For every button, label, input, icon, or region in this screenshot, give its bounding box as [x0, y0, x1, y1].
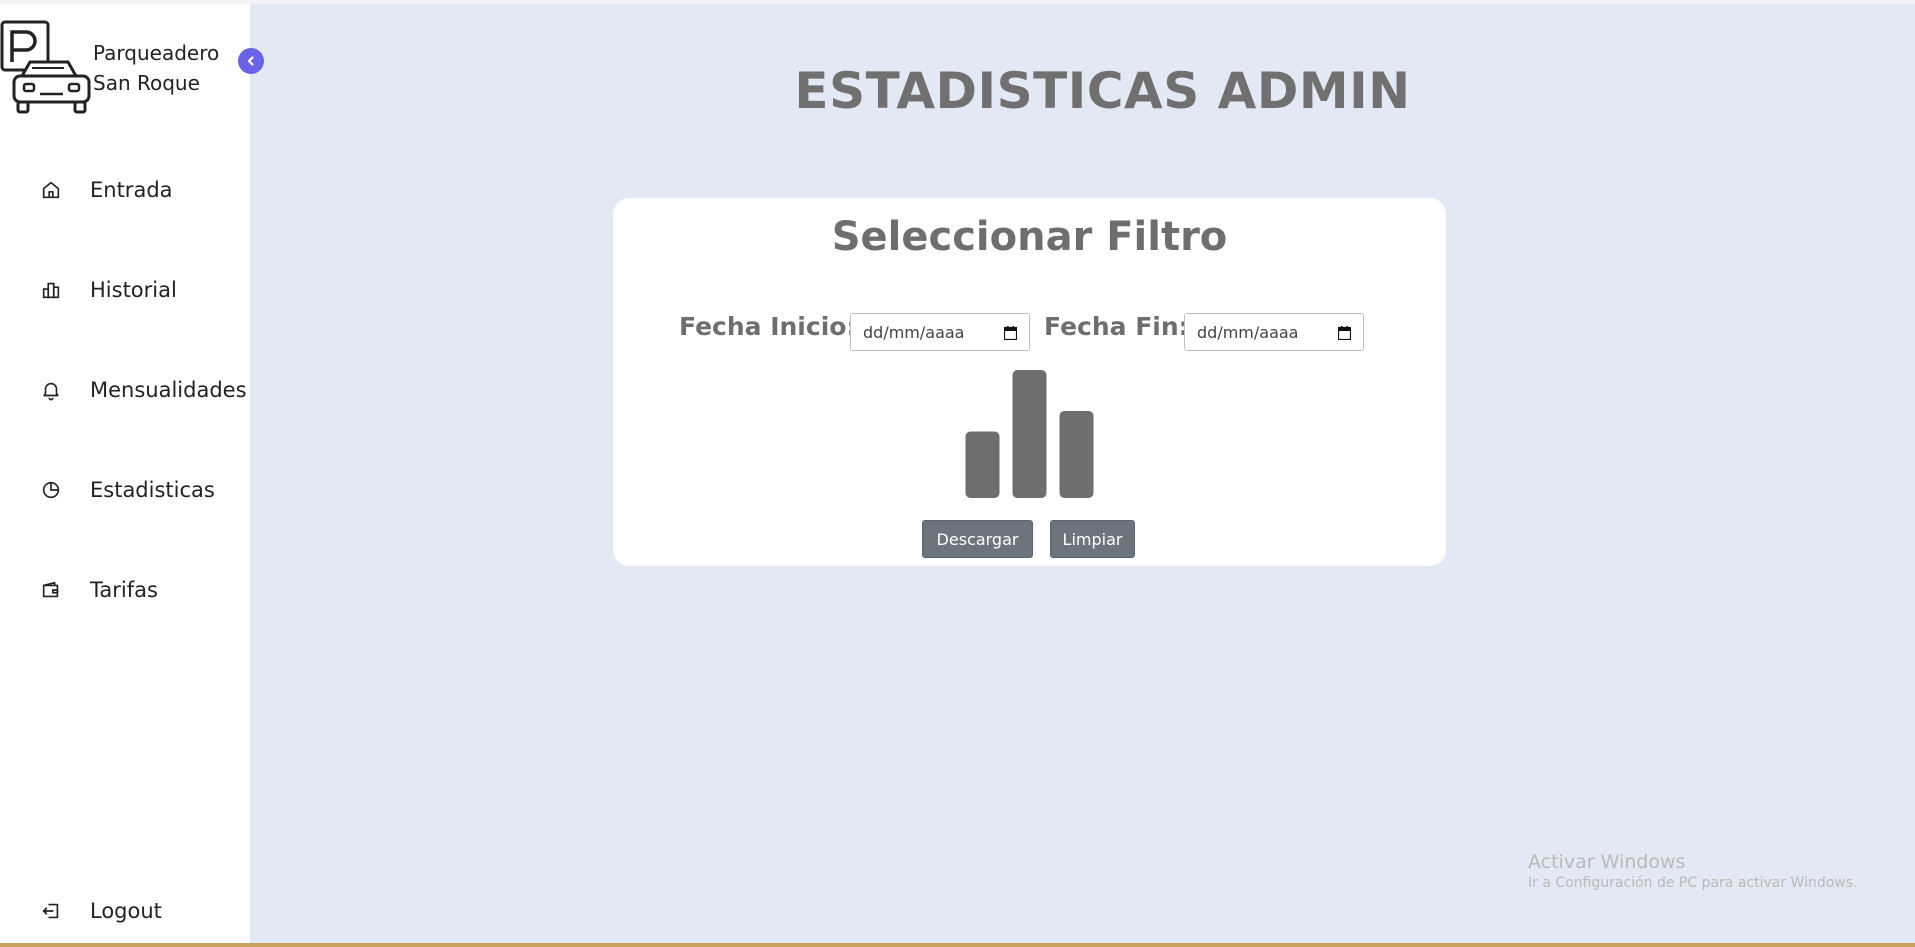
calendar-icon [1004, 326, 1017, 340]
parking-car-logo-icon [0, 20, 91, 114]
chart-bar-2 [1012, 370, 1047, 498]
wallet-icon [42, 581, 59, 598]
card-title: Seleccionar Filtro [831, 214, 1228, 260]
sidebar-item-entrada[interactable]: Entrada [0, 162, 250, 218]
clear-button[interactable]: Limpiar [1050, 520, 1135, 558]
sidebar-toggle-button[interactable] [238, 48, 264, 74]
brand[interactable]: Parqueadero San Roque [0, 16, 250, 126]
logout-icon [42, 903, 59, 919]
sidebar-item-label: Mensualidades [90, 378, 247, 402]
taskbar-edge [0, 943, 1915, 947]
logout-label: Logout [90, 899, 162, 923]
download-button-label: Descargar [936, 529, 1019, 549]
watermark-title: Activar Windows [1528, 851, 1686, 873]
download-button[interactable]: Descargar [922, 520, 1033, 558]
bell-icon [43, 382, 59, 401]
watermark-subtitle: Ir a Configuración de PC para activar Wi… [1528, 875, 1858, 891]
sidebar-item-label: Historial [90, 278, 177, 302]
bar-chart-icon [42, 282, 60, 299]
sidebar-item-label: Tarifas [90, 578, 158, 602]
start-date-input[interactable]: dd/mm/aaaa [850, 313, 1030, 351]
clear-button-label: Limpiar [1062, 529, 1123, 549]
sidebar-item-mensualidades[interactable]: Mensualidades [0, 362, 250, 418]
calendar-icon [1338, 326, 1351, 340]
end-date-label: Fecha Fin: [1044, 312, 1189, 341]
sidebar: Parqueadero San Roque Entrada Historial … [0, 4, 250, 944]
start-date-label: Fecha Inicio: [679, 312, 857, 341]
sidebar-item-estadisticas[interactable]: Estadisticas [0, 462, 250, 518]
brand-line-1: Parqueadero [93, 41, 220, 65]
end-date-input[interactable]: dd/mm/aaaa [1184, 313, 1364, 351]
end-date-placeholder: dd/mm/aaaa [1197, 322, 1299, 342]
home-icon [42, 181, 60, 199]
top-border [0, 0, 1915, 4]
chevron-left-icon [247, 56, 254, 66]
sidebar-item-label: Estadisticas [90, 478, 215, 502]
pie-chart-icon [42, 481, 60, 499]
chart-bar-3 [1059, 410, 1094, 498]
sidebar-item-tarifas[interactable]: Tarifas [0, 562, 250, 618]
filter-card: Seleccionar Filtro Fecha Inicio: dd/mm/a… [613, 198, 1446, 566]
windows-activation-watermark: Activar Windows Ir a Configuración de PC… [1528, 850, 1858, 892]
chart-bar-1 [965, 431, 1000, 498]
start-date-placeholder: dd/mm/aaaa [863, 322, 965, 342]
sidebar-item-label: Entrada [90, 178, 173, 202]
sidebar-item-historial[interactable]: Historial [0, 262, 250, 318]
logout-button[interactable]: Logout [0, 883, 250, 939]
brand-name: Parqueadero San Roque [93, 38, 243, 98]
brand-line-2: San Roque [93, 71, 200, 95]
page-title: ESTADISTICAS ADMIN [794, 62, 1411, 120]
